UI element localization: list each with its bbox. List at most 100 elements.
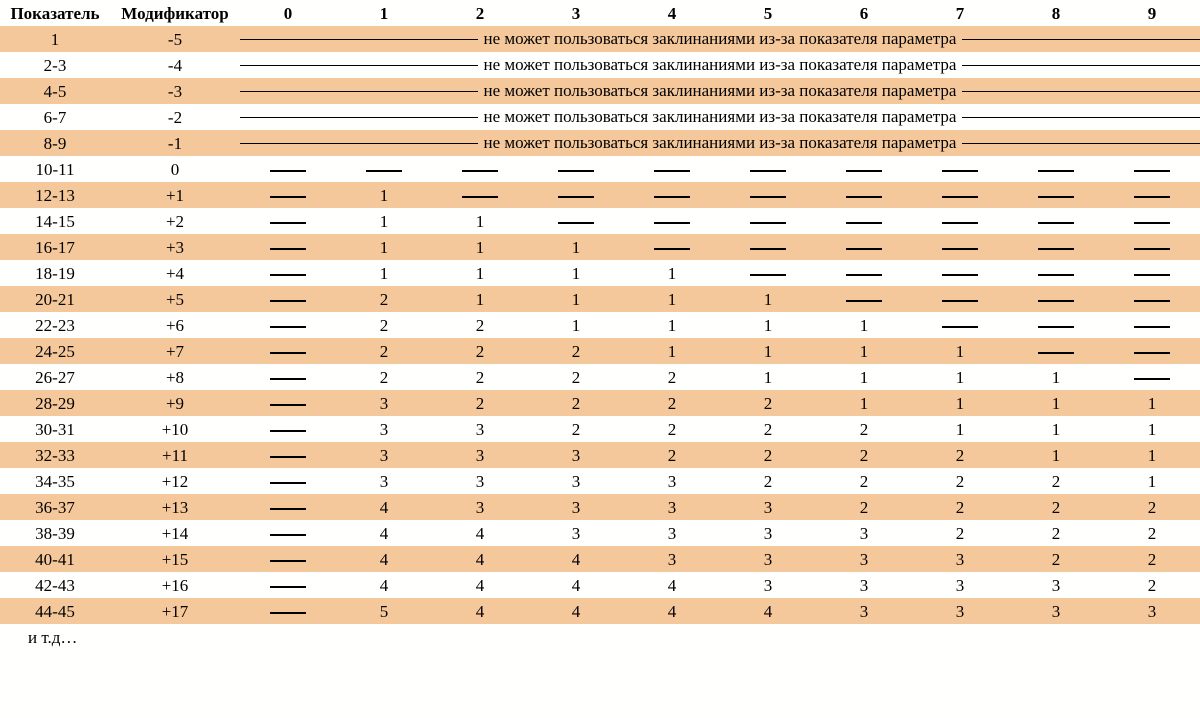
dash-icon bbox=[1038, 300, 1074, 302]
cell-bonus: 2 bbox=[816, 468, 912, 494]
cell-bonus bbox=[240, 286, 336, 312]
cell-bonus: 3 bbox=[912, 598, 1008, 624]
col-level-3: 3 bbox=[528, 0, 624, 26]
cell-score: 18-19 bbox=[0, 260, 110, 286]
cell-bonus: 2 bbox=[432, 338, 528, 364]
dash-icon bbox=[846, 248, 882, 250]
table-row: 10-110 bbox=[0, 156, 1200, 182]
cell-bonus bbox=[1104, 338, 1200, 364]
cell-bonus bbox=[816, 156, 912, 182]
cell-bonus bbox=[240, 572, 336, 598]
cell-score: 8-9 bbox=[0, 130, 110, 156]
cell-bonus bbox=[1008, 338, 1104, 364]
dash-icon bbox=[270, 482, 306, 484]
table-row: 30-31+10332222111 bbox=[0, 416, 1200, 442]
table-row: 14-15+211 bbox=[0, 208, 1200, 234]
cell-bonus: 4 bbox=[624, 572, 720, 598]
dash-icon bbox=[270, 534, 306, 536]
dash-icon bbox=[462, 196, 498, 198]
cell-bonus: 2 bbox=[816, 416, 912, 442]
dash-icon bbox=[942, 274, 978, 276]
cell-bonus bbox=[1008, 286, 1104, 312]
cell-bonus: 3 bbox=[624, 520, 720, 546]
cell-score: 42-43 bbox=[0, 572, 110, 598]
dash-icon bbox=[750, 248, 786, 250]
cell-bonus bbox=[528, 182, 624, 208]
cell-bonus: 1 bbox=[432, 234, 528, 260]
cell-bonus: 2 bbox=[432, 312, 528, 338]
col-level-8: 8 bbox=[1008, 0, 1104, 26]
dash-icon bbox=[1038, 222, 1074, 224]
cell-bonus bbox=[912, 286, 1008, 312]
dash-icon bbox=[270, 222, 306, 224]
cell-bonus: 4 bbox=[336, 520, 432, 546]
cell-bonus: 1 bbox=[432, 208, 528, 234]
cell-bonus: 3 bbox=[624, 494, 720, 520]
cell-bonus bbox=[816, 208, 912, 234]
cell-bonus: 2 bbox=[624, 416, 720, 442]
dash-icon bbox=[846, 170, 882, 172]
dash-icon bbox=[1134, 300, 1170, 302]
cell-bonus: 4 bbox=[432, 520, 528, 546]
cell-bonus bbox=[720, 156, 816, 182]
dash-icon bbox=[750, 274, 786, 276]
cell-bonus: 2 bbox=[336, 312, 432, 338]
table-row: 32-33+11333222211 bbox=[0, 442, 1200, 468]
cell-bonus bbox=[1008, 182, 1104, 208]
cell-bonus: 2 bbox=[528, 338, 624, 364]
cell-modifier: +17 bbox=[110, 598, 240, 624]
cell-bonus bbox=[240, 390, 336, 416]
dash-icon bbox=[654, 248, 690, 250]
cell-bonus: 4 bbox=[528, 546, 624, 572]
cell-modifier: +13 bbox=[110, 494, 240, 520]
cell-bonus: 2 bbox=[912, 494, 1008, 520]
cell-bonus bbox=[816, 234, 912, 260]
cell-score: 30-31 bbox=[0, 416, 110, 442]
cell-bonus bbox=[624, 234, 720, 260]
cell-bonus: 3 bbox=[1008, 572, 1104, 598]
dash-icon bbox=[1134, 170, 1170, 172]
cell-bonus bbox=[624, 208, 720, 234]
dash-icon bbox=[270, 326, 306, 328]
cell-bonus: 3 bbox=[336, 468, 432, 494]
cell-score: 26-27 bbox=[0, 364, 110, 390]
cell-bonus: 1 bbox=[1008, 442, 1104, 468]
cannot-cast-text: не может пользоваться заклинаниями из-за… bbox=[478, 81, 963, 101]
cell-bonus: 1 bbox=[912, 364, 1008, 390]
cell-bonus: 1 bbox=[624, 260, 720, 286]
table-row: 38-39+14443333222 bbox=[0, 520, 1200, 546]
cell-bonus: 2 bbox=[1104, 572, 1200, 598]
cell-modifier: +8 bbox=[110, 364, 240, 390]
cell-bonus bbox=[432, 182, 528, 208]
cell-bonus: 2 bbox=[720, 416, 816, 442]
cell-bonus: 4 bbox=[720, 598, 816, 624]
cell-bonus bbox=[1008, 156, 1104, 182]
cell-bonus: 2 bbox=[1008, 494, 1104, 520]
dash-icon bbox=[270, 404, 306, 406]
dash-icon bbox=[1134, 222, 1170, 224]
cell-bonus: 1 bbox=[336, 234, 432, 260]
cell-bonus bbox=[816, 286, 912, 312]
cell-bonus: 1 bbox=[1104, 442, 1200, 468]
table-row: 12-13+11 bbox=[0, 182, 1200, 208]
cell-bonus bbox=[240, 182, 336, 208]
dash-icon bbox=[942, 222, 978, 224]
cell-bonus bbox=[624, 156, 720, 182]
cell-bonus: 1 bbox=[1008, 390, 1104, 416]
cell-modifier: +5 bbox=[110, 286, 240, 312]
dash-icon bbox=[1134, 274, 1170, 276]
cell-bonus: 1 bbox=[624, 312, 720, 338]
cell-cannot-cast-message: не может пользоваться заклинаниями из-за… bbox=[240, 130, 1200, 156]
cell-modifier: +10 bbox=[110, 416, 240, 442]
dash-icon bbox=[846, 196, 882, 198]
cell-bonus: 2 bbox=[912, 442, 1008, 468]
dash-icon bbox=[270, 352, 306, 354]
cell-score: 20-21 bbox=[0, 286, 110, 312]
cell-bonus: 4 bbox=[624, 598, 720, 624]
col-level-1: 1 bbox=[336, 0, 432, 26]
cell-bonus bbox=[1104, 182, 1200, 208]
cell-modifier: -4 bbox=[110, 52, 240, 78]
cell-bonus: 2 bbox=[720, 442, 816, 468]
cell-bonus: 2 bbox=[336, 286, 432, 312]
cell-score: 6-7 bbox=[0, 104, 110, 130]
